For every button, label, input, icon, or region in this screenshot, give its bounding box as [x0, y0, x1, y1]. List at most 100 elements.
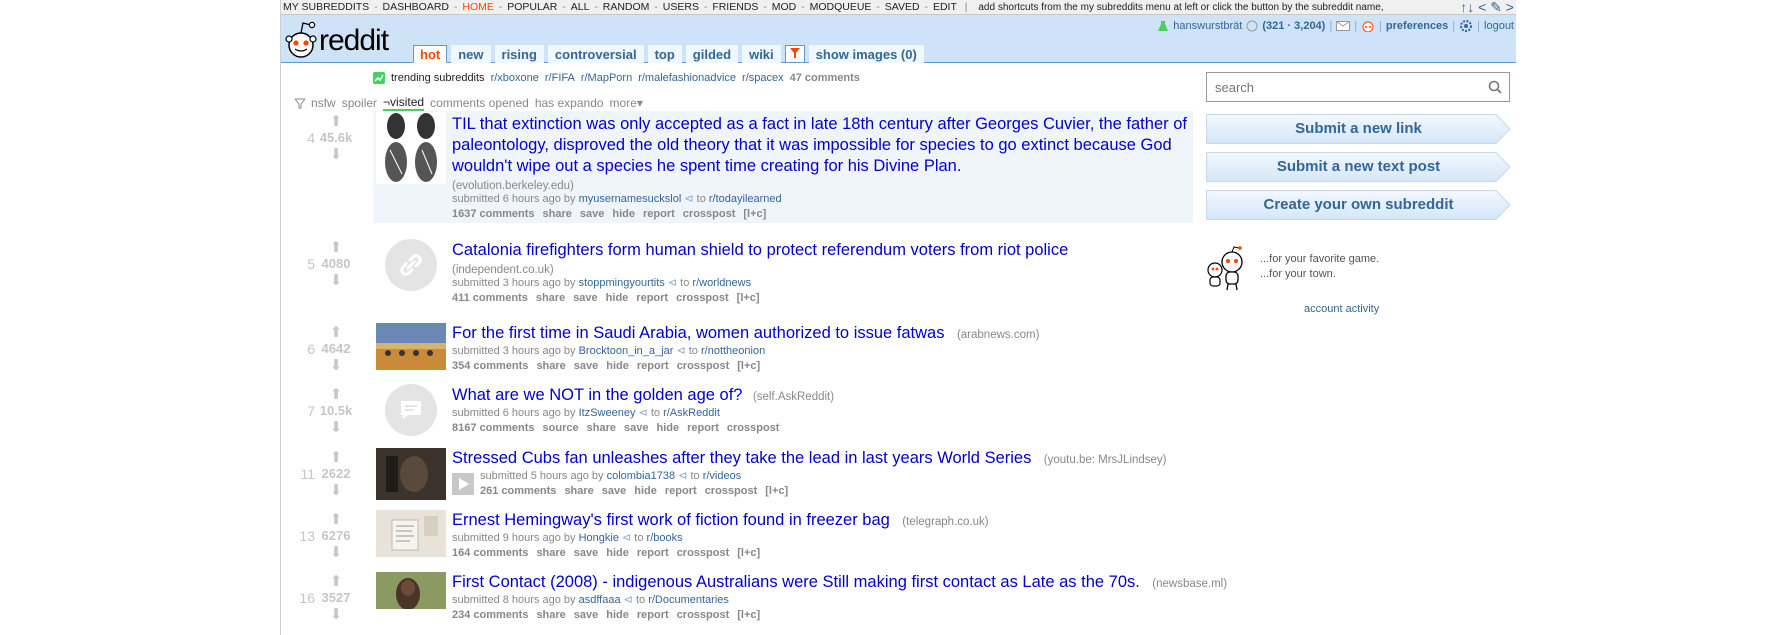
comments-button[interactable]: 411 comments	[452, 291, 528, 306]
share-button[interactable]: share	[536, 608, 565, 623]
tab-hot[interactable]: hot	[413, 45, 448, 63]
comments-button[interactable]: 234 comments	[452, 608, 528, 623]
srbar-modqueue[interactable]: MODQUEUE	[808, 1, 874, 13]
post-subreddit[interactable]: r/todayilearned	[709, 193, 782, 205]
comments-button[interactable]: 1637 comments	[452, 207, 535, 222]
srbar-random[interactable]: RANDOM	[601, 1, 652, 13]
hide-button[interactable]: hide	[606, 291, 629, 306]
post-author[interactable]: ItzSweeney	[579, 407, 636, 419]
report-button[interactable]: report	[687, 421, 719, 436]
lc-button[interactable]: [l+c]	[737, 608, 760, 623]
srbar-users[interactable]: USERS	[661, 1, 701, 13]
srbar-home[interactable]: HOME	[460, 1, 496, 13]
upvote-icon[interactable]: ⬆	[315, 387, 357, 402]
post-author[interactable]: myusernamesuckslol	[579, 193, 682, 205]
tag-icon[interactable]: ⊲	[624, 594, 633, 606]
filter-nsfw[interactable]: nsfw	[311, 96, 336, 110]
srbar-popular[interactable]: POPULAR	[505, 1, 559, 13]
tab-gilded[interactable]: gilded	[685, 45, 739, 63]
hide-button[interactable]: hide	[606, 359, 629, 374]
lc-button[interactable]: [l+c]	[737, 546, 760, 561]
post-thumbnail[interactable]	[376, 510, 446, 557]
upvote-icon[interactable]: ⬆	[315, 240, 357, 255]
username[interactable]: hanswurstbrät	[1173, 20, 1242, 32]
crosspost-button[interactable]: crosspost	[727, 421, 780, 436]
post-subreddit[interactable]: r/worldnews	[692, 277, 751, 289]
tab-controversial[interactable]: controversial	[547, 45, 644, 63]
srbar-my-subreddits[interactable]: MY SUBREDDITS	[281, 1, 371, 13]
post-title[interactable]: Stressed Cubs fan unleashes after they t…	[452, 449, 1031, 467]
search-icon[interactable]	[1488, 80, 1502, 94]
save-button[interactable]: save	[602, 484, 626, 499]
crosspost-button[interactable]: crosspost	[677, 359, 730, 374]
srbar-all[interactable]: ALL	[569, 1, 592, 13]
post-domain[interactable]: (youtu.be: MrsJLindsey)	[1044, 454, 1167, 466]
play-video-icon[interactable]	[452, 473, 474, 495]
hide-button[interactable]: hide	[606, 608, 629, 623]
tag-icon[interactable]: ⊲	[676, 345, 685, 357]
report-button[interactable]: report	[643, 207, 675, 222]
trending-sr-spacex[interactable]: r/spacex	[742, 72, 784, 84]
post-title[interactable]: For the first time in Saudi Arabia, wome…	[452, 324, 945, 342]
beaker-icon[interactable]	[1157, 20, 1169, 32]
post-domain[interactable]: (telegraph.co.uk)	[902, 516, 988, 528]
comments-button[interactable]: 8167 comments	[452, 421, 535, 436]
share-button[interactable]: share	[536, 359, 565, 374]
post-author[interactable]: asdffaaa	[579, 594, 621, 606]
share-button[interactable]: share	[536, 546, 565, 561]
post-domain[interactable]: (newsbase.ml)	[1152, 578, 1227, 590]
tab-show-images[interactable]: show images (0)	[808, 45, 924, 63]
post-thumbnail[interactable]	[376, 112, 446, 184]
save-button[interactable]: save	[574, 608, 598, 623]
post-author[interactable]: Hongkie	[579, 532, 619, 544]
tag-icon[interactable]: ⊲	[639, 407, 648, 419]
tab-new[interactable]: new	[451, 45, 491, 63]
post-title[interactable]: What are we NOT in the golden age of?	[452, 386, 742, 404]
srbar-arrows-icon[interactable]: ↑↓ < ✎ >	[1460, 0, 1516, 14]
report-button[interactable]: report	[637, 359, 669, 374]
create-subreddit-button[interactable]: Create your own subreddit	[1206, 190, 1511, 220]
comments-button[interactable]: 261 comments	[480, 484, 556, 499]
link-thumbnail-icon[interactable]	[385, 239, 437, 291]
post-title[interactable]: TIL that extinction was only accepted as…	[452, 114, 1197, 177]
filter-icon[interactable]	[784, 45, 805, 63]
filter-visited[interactable]: ¬visited	[383, 95, 425, 111]
report-button[interactable]: report	[636, 291, 668, 306]
mail-icon[interactable]	[1336, 21, 1351, 31]
srbar-edit[interactable]: EDIT	[931, 1, 959, 13]
gear-icon[interactable]	[1459, 19, 1473, 33]
share-button[interactable]: share	[587, 421, 616, 436]
report-button[interactable]: report	[665, 484, 697, 499]
post-subreddit[interactable]: r/nottheonion	[701, 345, 765, 357]
comments-button[interactable]: 164 comments	[452, 546, 528, 561]
self-post-icon[interactable]	[385, 384, 437, 436]
post-title[interactable]: Ernest Hemingway's first work of fiction…	[452, 511, 890, 529]
upvote-icon[interactable]: ⬆	[315, 512, 357, 527]
save-button[interactable]: save	[573, 291, 597, 306]
save-button[interactable]: save	[580, 207, 604, 222]
save-button[interactable]: save	[574, 546, 598, 561]
post-domain[interactable]: (independent.co.uk)	[452, 264, 1232, 276]
post-subreddit[interactable]: r/books	[647, 532, 683, 544]
logout-link[interactable]: logout	[1484, 20, 1514, 32]
hide-button[interactable]: hide	[634, 484, 657, 499]
tag-icon[interactable]: ⊲	[678, 470, 687, 482]
post-thumbnail[interactable]	[376, 572, 446, 609]
trending-sr-mapporn[interactable]: r/MapPorn	[581, 72, 632, 84]
upvote-icon[interactable]: ⬆	[315, 574, 357, 589]
downvote-icon[interactable]: ⬇	[315, 545, 357, 560]
tab-rising[interactable]: rising	[494, 45, 544, 63]
share-button[interactable]: share	[564, 484, 593, 499]
submit-link-button[interactable]: Submit a new link	[1206, 114, 1511, 144]
filter-comments-opened[interactable]: comments opened	[430, 96, 529, 110]
downvote-icon[interactable]: ⬇	[315, 607, 357, 622]
crosspost-button[interactable]: crosspost	[677, 608, 730, 623]
upvote-icon[interactable]: ⬆	[315, 450, 357, 465]
tag-icon[interactable]: ⊲	[668, 277, 677, 289]
comments-button[interactable]: 354 comments	[452, 359, 528, 374]
crosspost-button[interactable]: crosspost	[683, 207, 736, 222]
post-domain[interactable]: (self.AskReddit)	[753, 391, 834, 403]
downvote-icon[interactable]: ⬇	[315, 147, 357, 162]
post-domain[interactable]: (arabnews.com)	[957, 329, 1039, 341]
post-subreddit[interactable]: r/Documentaries	[648, 594, 729, 606]
